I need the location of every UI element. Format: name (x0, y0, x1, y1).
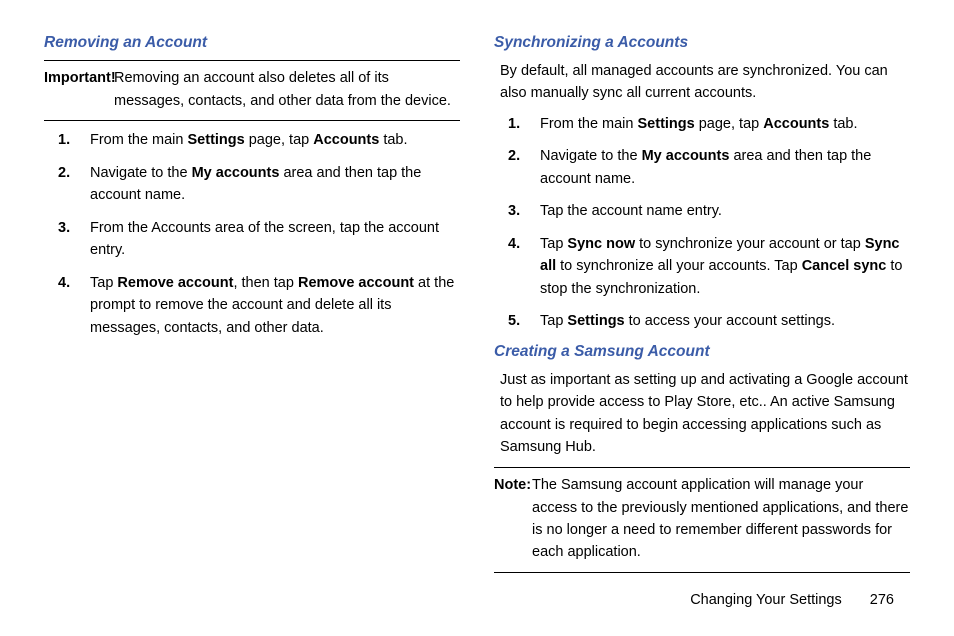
heading-removing-account: Removing an Account (44, 34, 460, 52)
step: 3. Tap the account name entry. (494, 200, 910, 222)
heading-creating-samsung: Creating a Samsung Account (494, 343, 910, 361)
step: 1. From the main Settings page, tap Acco… (494, 113, 910, 135)
intro-sync: By default, all managed accounts are syn… (494, 60, 910, 105)
note-label: Note: (494, 477, 531, 493)
step: 2. Navigate to the My accounts area and … (44, 162, 460, 207)
step: 4. Tap Sync now to synchronize your acco… (494, 233, 910, 300)
rule (494, 467, 910, 468)
left-column: Removing an Account Important! Removing … (44, 34, 460, 574)
important-callout: Important! Removing an account also dele… (44, 67, 460, 118)
step: 4. Tap Remove account, then tap Remove a… (44, 272, 460, 339)
page-footer: Changing Your Settings 276 (690, 592, 894, 608)
step: 1. From the main Settings page, tap Acco… (44, 129, 460, 151)
right-column: Synchronizing a Accounts By default, all… (494, 34, 910, 574)
intro-samsung: Just as important as setting up and acti… (494, 369, 910, 459)
note-text: The Samsung account application will man… (494, 474, 910, 564)
steps-removing: 1. From the main Settings page, tap Acco… (44, 129, 460, 339)
important-label: Important! (44, 70, 116, 86)
rule (44, 120, 460, 121)
rule (44, 60, 460, 61)
step: 5. Tap Settings to access your account s… (494, 310, 910, 332)
steps-sync: 1. From the main Settings page, tap Acco… (494, 113, 910, 333)
rule (494, 572, 910, 573)
step: 3. From the Accounts area of the screen,… (44, 217, 460, 262)
footer-section: Changing Your Settings (690, 592, 842, 608)
heading-sync-accounts: Synchronizing a Accounts (494, 34, 910, 52)
step: 2. Navigate to the My accounts area and … (494, 145, 910, 190)
footer-page-number: 276 (870, 592, 894, 608)
note-callout: Note: The Samsung account application wi… (494, 474, 910, 570)
